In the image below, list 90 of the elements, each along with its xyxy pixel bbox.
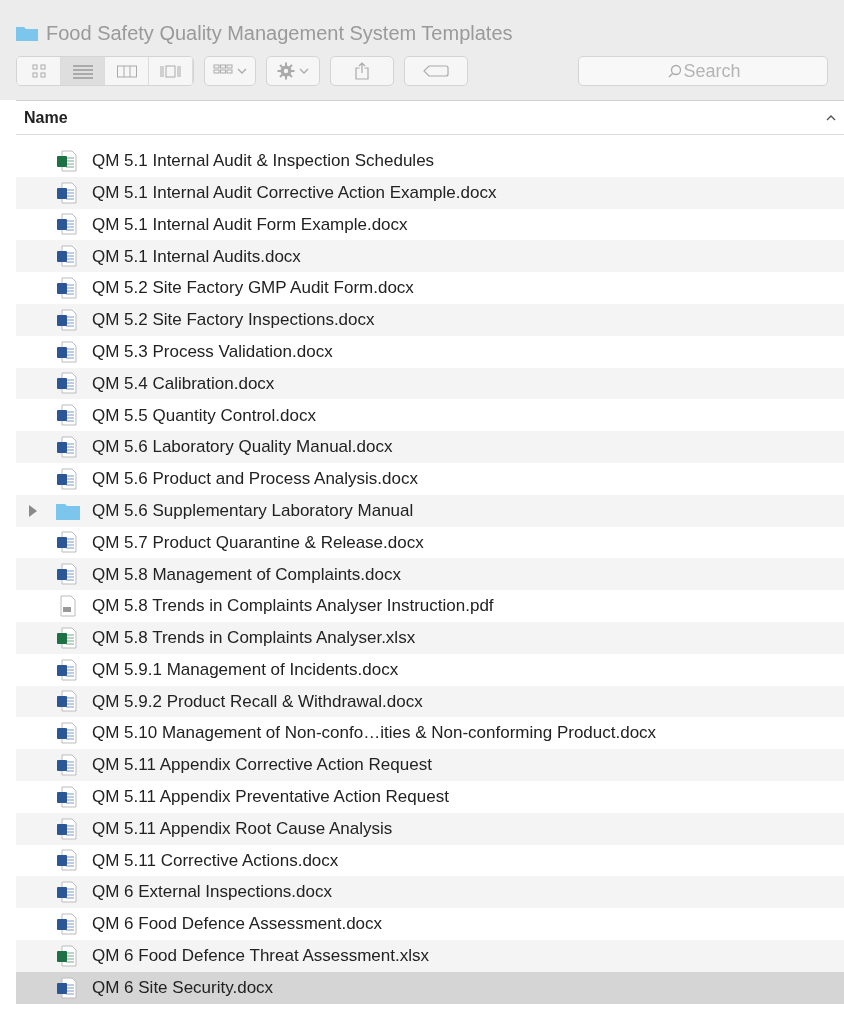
file-name: QM 5.11 Appendix Root Cause Analysis <box>92 817 393 840</box>
file-name: QM 5.11 Appendix Preventative Action Request <box>92 786 449 809</box>
word-document-icon <box>56 245 78 268</box>
file-name: QM 5.1 Internal Audits.docx <box>92 245 301 268</box>
word-document-icon <box>56 404 78 427</box>
file-row[interactable]: QM 5.2 Site Factory Inspections.docx <box>16 304 844 336</box>
word-document-icon <box>56 563 78 586</box>
word-document-icon <box>56 340 78 363</box>
file-name: QM 5.8 Trends in Complaints Analyser.xlsx <box>92 627 416 650</box>
word-document-icon <box>56 277 78 300</box>
file-row[interactable]: QM 6 Site Security.docx <box>16 971 844 1004</box>
file-name: QM 5.7 Product Quarantine & Release.docx <box>92 531 424 554</box>
tag-button[interactable] <box>404 56 468 86</box>
file-row[interactable]: QM 5.11 Appendix Root Cause Analysis <box>16 812 844 845</box>
file-name: QM 5.5 Quantity Control.docx <box>92 404 316 427</box>
word-document-icon <box>56 849 78 872</box>
word-document-icon <box>56 881 78 904</box>
view-mode-control[interactable] <box>16 56 194 86</box>
word-document-icon <box>56 754 78 777</box>
view-mode-button[interactable] <box>17 57 61 85</box>
column-header[interactable]: Name <box>24 105 68 130</box>
spreadsheet-icon <box>56 626 78 649</box>
word-document-icon <box>56 436 78 459</box>
file-name: QM 6 External Inspections.docx <box>92 881 332 904</box>
file-name: QM 5.9.1 Management of Incidents.docx <box>92 658 399 681</box>
folder-icon <box>16 25 38 41</box>
file-row[interactable]: QM 5.4 Calibration.docx <box>16 367 844 400</box>
word-document-icon <box>56 308 78 331</box>
chevron-down-icon <box>237 68 247 74</box>
spreadsheet-icon <box>56 944 78 967</box>
gear-icon <box>277 62 295 80</box>
spreadsheet-icon <box>56 149 78 172</box>
tag-icon <box>423 65 449 77</box>
file-row[interactable]: QM 5.8 Management of Complaints.docx <box>16 558 844 591</box>
share-button[interactable] <box>330 56 394 86</box>
word-document-icon <box>56 372 78 395</box>
file-name: QM 6 Food Defence Assessment.docx <box>92 913 383 936</box>
file-row[interactable]: QM 5.6 Laboratory Quality Manual.docx <box>16 431 844 463</box>
file-name: QM 5.1 Internal Audit Form Example.docx <box>92 213 408 236</box>
sort-icon[interactable] <box>826 113 836 122</box>
file-row[interactable]: QM 5.6 Supplementary Laboratory Manual <box>16 494 844 527</box>
word-document-icon <box>56 213 78 236</box>
file-row[interactable]: QM 6 External Inspections.docx <box>16 876 844 909</box>
file-name: QM 5.2 Site Factory GMP Audit Form.docx <box>92 277 414 300</box>
file-row[interactable]: QM 5.1 Internal Audit Corrective Action Example.docx <box>16 176 844 209</box>
file-name: QM 5.10 Management of Non-confo…ities & Non-conforming Product.docx <box>92 722 657 745</box>
word-document-icon <box>56 785 78 808</box>
window-title: Food Safety Quality Management System Templates <box>46 21 513 46</box>
folder-icon <box>56 501 80 520</box>
file-name: QM 5.11 Corrective Actions.docx <box>92 849 339 872</box>
word-document-icon <box>56 817 78 840</box>
file-name: QM 5.2 Site Factory Inspections.docx <box>92 309 375 332</box>
file-name: QM 5.6 Supplementary Laboratory Manual <box>92 499 414 522</box>
arrange-button[interactable] <box>204 56 256 86</box>
view-mode-button[interactable] <box>61 57 105 85</box>
word-document-icon <box>56 181 78 204</box>
file-row[interactable]: QM 6 Food Defence Threat Assessment.xlsx <box>16 939 844 972</box>
word-document-icon <box>56 913 78 935</box>
file-row[interactable]: QM 5.9.2 Product Recall & Withdrawal.docx <box>16 685 844 718</box>
file-name: QM 5.9.2 Product Recall & Withdrawal.docx <box>92 690 423 713</box>
file-name: QM 5.8 Management of Complaints.docx <box>92 563 401 586</box>
file-name: QM 6 Food Defence Threat Assessment.xlsx <box>92 945 429 968</box>
chevron-down-icon <box>299 68 309 74</box>
file-row[interactable]: QM 5.8 Trends in Complaints Analyser.xlsx <box>16 621 844 654</box>
word-document-icon <box>56 531 78 554</box>
file-row[interactable]: QM 5.1 Internal Audits.docx <box>16 240 844 273</box>
share-icon <box>355 62 369 80</box>
file-row[interactable]: QM 5.11 Appendix Corrective Action Request <box>16 749 844 781</box>
file-name: QM 5.1 Internal Audit & Inspection Schedules <box>92 150 435 173</box>
word-document-icon <box>56 722 78 745</box>
word-document-icon <box>56 690 78 713</box>
file-name: QM 5.6 Laboratory Quality Manual.docx <box>92 436 393 459</box>
columns-view-icon <box>116 63 137 79</box>
list-view-icon <box>72 63 93 79</box>
file-name: QM 5.6 Product and Process Analysis.docx <box>92 468 418 491</box>
icon-view-icon <box>31 63 46 79</box>
file-name: QM 5.1 Internal Audit Corrective Action Example.docx <box>92 181 497 204</box>
action-button[interactable] <box>266 56 320 86</box>
file-name: QM 5.11 Appendix Corrective Action Request <box>92 754 432 777</box>
file-name: QM 6 Site Security.docx <box>92 976 274 999</box>
file-name: QM 5.3 Process Validation.docx <box>92 340 333 363</box>
gallery-view-icon <box>160 63 181 79</box>
search-icon <box>668 64 682 78</box>
word-document-icon <box>56 976 78 999</box>
word-document-icon <box>56 467 78 490</box>
file-name: QM 5.8 Trends in Complaints Analyser Instruction.pdf <box>92 595 494 618</box>
search-field[interactable]: Search <box>578 56 828 86</box>
file-name: QM 5.4 Calibration.docx <box>92 372 275 395</box>
disclosure-triangle-icon[interactable] <box>28 504 38 517</box>
word-document-icon <box>56 658 78 681</box>
